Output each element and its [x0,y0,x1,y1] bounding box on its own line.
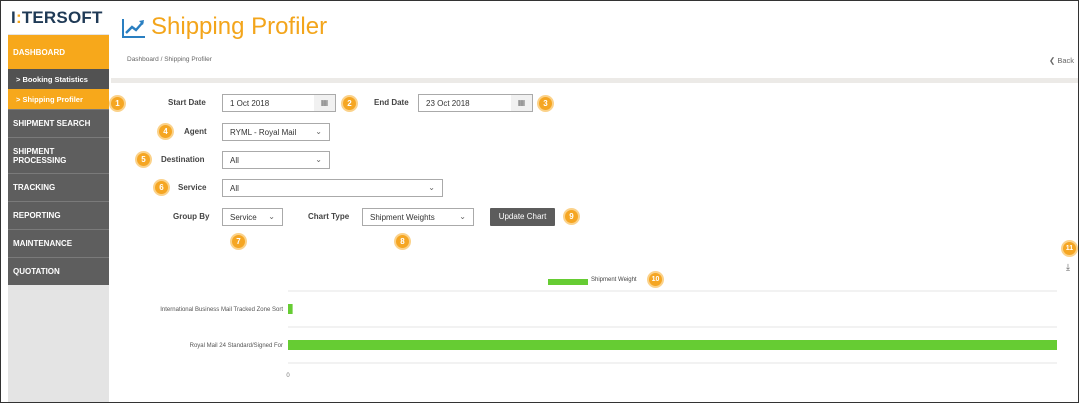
end-date-input[interactable]: 23 Oct 2018 [418,94,512,112]
callout-badge: 1 [109,95,126,112]
callout-badge: 11 [1061,240,1078,257]
destination-label: Destination [161,155,205,164]
agent-select[interactable]: RYML - Royal Mail ⌄ [222,123,330,141]
content-divider [111,78,1078,83]
callout-badge: 5 [135,151,152,168]
end-date-label: End Date [374,98,409,107]
app-window: I:TERSOFT DASHBOARD > Booking Statistics… [0,0,1079,403]
x-tick-label: 0 [286,373,290,379]
sidebar-item-dashboard[interactable]: DASHBOARD [8,35,109,69]
sidebar-item-shipment-processing[interactable]: SHIPMENT PROCESSING [8,137,109,173]
bar[interactable] [288,340,1057,350]
callout-badge: 7 [230,233,247,250]
chart-type-label: Chart Type [308,212,350,221]
group-by-label: Group By [173,212,210,221]
chevron-down-icon: ⌄ [428,183,435,192]
chevron-down-icon: ⌄ [315,155,322,164]
chart-type-select-value: Shipment Weights [370,213,435,222]
category-label: International Business Mail Tracked Zone… [160,307,283,313]
agent-select-value: RYML - Royal Mail [230,128,297,137]
intersoft-logo: I:TERSOFT [8,1,109,34]
sidebar-item-tracking[interactable]: TRACKING [8,173,109,201]
breadcrumb[interactable]: Dashboard / Shipping Profiler [127,56,212,63]
group-by-select[interactable]: Service ⌄ [222,208,283,226]
callout-badge: 9 [563,208,580,225]
service-select[interactable]: All ⌄ [222,179,443,197]
calendar-icon[interactable]: ▦ [511,94,533,112]
callout-badge: 6 [153,179,170,196]
sidebar-item-label: SHIPMENT [13,146,55,156]
agent-label: Agent [184,127,207,136]
callout-badge: 3 [537,95,554,112]
calendar-icon[interactable]: ▦ [314,94,336,112]
service-label: Service [178,183,207,192]
sidebar-item-quotation[interactable]: QUOTATION [8,257,109,285]
callout-badge: 2 [341,95,358,112]
start-date-input[interactable]: 1 Oct 2018 [222,94,315,112]
page-header: Shipping Profiler Dashboard / Shipping P… [111,1,1078,78]
sidebar-item-label: PROCESSING [13,155,67,165]
destination-select[interactable]: All ⌄ [222,151,330,169]
destination-select-value: All [230,156,239,165]
page-title: Shipping Profiler [151,13,328,40]
chevron-down-icon: ⌄ [315,127,322,136]
legend-label: Shipment Weight [591,277,637,283]
sidebar-item-shipment-search[interactable]: SHIPMENT SEARCH [8,109,109,137]
chevron-down-icon: ⌄ [268,212,275,221]
chart-type-select[interactable]: Shipment Weights ⌄ [362,208,474,226]
sidebar-item-reporting[interactable]: REPORTING [8,201,109,229]
callout-badge: 4 [157,123,174,140]
sidebar-item-shipping-profiler[interactable]: > Shipping Profiler [8,89,109,109]
service-select-value: All [230,184,239,193]
sidebar-item-booking-statistics[interactable]: > Booking Statistics [8,69,109,89]
update-chart-button[interactable]: Update Chart [490,208,555,226]
download-icon[interactable]: ⤓ [1066,263,1070,273]
sidebar-item-maintenance[interactable]: MAINTENANCE [8,229,109,257]
bar[interactable] [288,304,293,314]
category-label: Royal Mail 24 Standard/Signed For [190,343,283,349]
shipment-weight-chart: International Business Mail Tracked Zone… [160,290,1057,379]
callout-badge: 8 [394,233,411,250]
back-link[interactable]: ❮ Back [1049,56,1074,65]
trend-chart-icon [122,19,145,38]
start-date-label: Start Date [168,98,206,107]
chevron-down-icon: ⌄ [459,212,466,221]
sidebar: I:TERSOFT DASHBOARD > Booking Statistics… [8,1,109,402]
group-by-select-value: Service [230,213,257,222]
